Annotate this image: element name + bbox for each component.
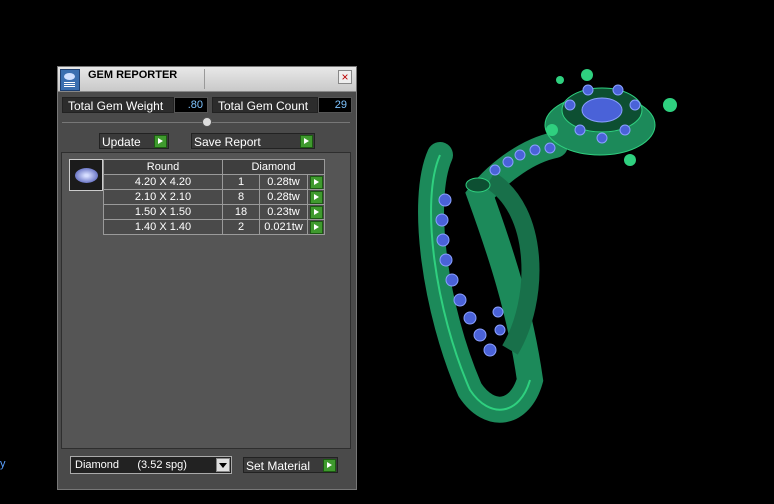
play-arrow-icon — [154, 135, 167, 148]
table-row[interactable]: 1.40 X 1.40 2 0.021tw — [103, 219, 325, 235]
gem-count: 2 — [222, 219, 260, 235]
table-header-row: Round Diamond — [103, 159, 325, 175]
total-gem-count-label: Total Gem Count — [212, 97, 318, 113]
row-go-button[interactable] — [307, 204, 325, 220]
save-report-button-label: Save Report — [194, 135, 261, 149]
close-button[interactable]: × — [338, 70, 352, 84]
title-bar[interactable]: GEM REPORTER × — [58, 67, 356, 92]
window-title: GEM REPORTER — [88, 69, 178, 81]
3d-viewport-ring-model[interactable] — [380, 50, 710, 430]
play-arrow-icon — [323, 459, 336, 472]
gem-weight: 0.28tw — [259, 174, 308, 190]
gem-size: 1.50 X 1.50 — [103, 204, 223, 220]
gem-weight: 0.28tw — [259, 189, 308, 205]
play-arrow-icon — [310, 206, 323, 219]
gem-table: Round Diamond 4.20 X 4.20 1 0.28tw 2.10 … — [103, 159, 325, 235]
update-button[interactable]: Update — [99, 133, 169, 149]
play-arrow-icon — [300, 135, 313, 148]
play-arrow-icon — [310, 221, 323, 234]
gem-count: 1 — [222, 174, 260, 190]
material-select[interactable]: Diamond (3.52 spg) — [70, 456, 232, 474]
row-go-button[interactable] — [307, 219, 325, 235]
gem-list-area: Round Diamond 4.20 X 4.20 1 0.28tw 2.10 … — [61, 152, 351, 449]
chevron-down-icon[interactable] — [216, 458, 230, 472]
collapse-toggle-icon[interactable] — [202, 117, 212, 127]
set-material-button-label: Set Material — [246, 459, 311, 473]
gem-weight: 0.021tw — [259, 219, 308, 235]
gem-size: 2.10 X 2.10 — [103, 189, 223, 205]
row-go-button[interactable] — [307, 174, 325, 190]
gem-size: 1.40 X 1.40 — [103, 219, 223, 235]
gem-size: 4.20 X 4.20 — [103, 174, 223, 190]
shape-header: Round — [103, 159, 223, 175]
update-button-label: Update — [102, 135, 141, 149]
total-gem-count-value: 29 — [318, 97, 352, 113]
gem-count: 8 — [222, 189, 260, 205]
table-row[interactable]: 4.20 X 4.20 1 0.28tw — [103, 174, 325, 190]
material-header: Diamond — [222, 159, 325, 175]
round-gem-thumbnail-icon — [69, 159, 103, 191]
play-arrow-icon — [310, 191, 323, 204]
gem-reporter-panel: GEM REPORTER × Total Gem Weight .80 Tota… — [57, 66, 357, 490]
play-arrow-icon — [310, 176, 323, 189]
title-divider — [204, 69, 205, 89]
total-gem-weight-value: .80 — [174, 97, 208, 113]
table-row[interactable]: 2.10 X 2.10 8 0.28tw — [103, 189, 325, 205]
edge-text-fragment: y — [0, 458, 6, 470]
table-row[interactable]: 1.50 X 1.50 18 0.23tw — [103, 204, 325, 220]
row-go-button[interactable] — [307, 189, 325, 205]
set-material-button[interactable]: Set Material — [243, 457, 338, 473]
material-select-value: Diamond (3.52 spg) — [75, 459, 187, 471]
gem-weight: 0.23tw — [259, 204, 308, 220]
total-gem-weight-label: Total Gem Weight — [62, 97, 174, 113]
gem-count: 18 — [222, 204, 260, 220]
gem-reporter-app-icon — [60, 69, 80, 91]
ring-shank — [418, 132, 568, 423]
save-report-button[interactable]: Save Report — [191, 133, 315, 149]
